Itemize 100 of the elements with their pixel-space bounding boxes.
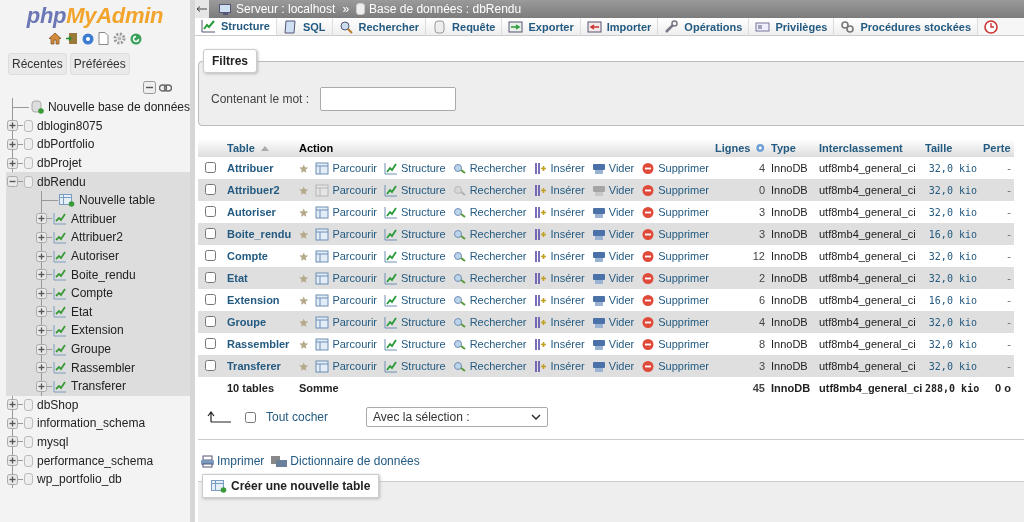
table-name-link[interactable]: Extension: [227, 294, 280, 306]
expand-icon[interactable]: [7, 455, 18, 467]
action-link[interactable]: Insérer: [533, 293, 585, 307]
action-link[interactable]: Parcourir: [315, 271, 377, 285]
footer-link[interactable]: Dictionnaire de données: [270, 454, 420, 468]
help-icon[interactable]: [756, 142, 765, 154]
action-link[interactable]: Vider: [591, 249, 635, 263]
expand-icon[interactable]: [7, 417, 18, 429]
navigation-item[interactable]: information_schema: [37, 416, 146, 431]
expand-icon[interactable]: [7, 120, 18, 132]
action-link[interactable]: Insérer: [533, 183, 585, 197]
filter-field[interactable]: [320, 87, 457, 111]
navigation-item[interactable]: dbRendu: [37, 174, 86, 189]
menu-tab[interactable]: Structure: [195, 18, 277, 35]
action-link[interactable]: Structure: [384, 161, 446, 175]
exit-door-icon[interactable]: [66, 32, 78, 45]
expand-icon[interactable]: [36, 250, 47, 262]
expand-icon[interactable]: [36, 231, 47, 243]
row-checkbox[interactable]: [205, 359, 216, 371]
action-link[interactable]: Rechercher: [452, 227, 527, 241]
action-link[interactable]: Vider: [591, 315, 635, 329]
table-name-link[interactable]: Compte: [227, 250, 268, 262]
table-name-link[interactable]: Etat: [227, 272, 248, 284]
expand-icon[interactable]: [36, 269, 47, 281]
menu-tab[interactable]: Exporter: [502, 18, 581, 35]
action-link[interactable]: Rechercher: [452, 359, 527, 373]
action-link[interactable]: Vider: [591, 271, 635, 285]
link-icon[interactable]: [159, 83, 172, 92]
expand-icon[interactable]: [36, 362, 47, 374]
action-link[interactable]: Insérer: [533, 271, 585, 285]
navigation-item[interactable]: Compte: [71, 286, 114, 301]
action-link[interactable]: Rechercher: [452, 249, 527, 263]
navigation-item[interactable]: Attribuer2: [71, 230, 124, 245]
action-link[interactable]: Structure: [384, 183, 446, 197]
action-link[interactable]: Rechercher: [452, 205, 527, 219]
action-link[interactable]: Structure: [384, 293, 446, 307]
action-link[interactable]: Parcourir: [315, 205, 377, 219]
action-link[interactable]: Insérer: [533, 161, 585, 175]
navigation-item[interactable]: performance_schema: [37, 453, 154, 468]
action-link[interactable]: Supprimer: [641, 183, 709, 197]
navigation-item[interactable]: Groupe: [71, 342, 112, 356]
action-link[interactable]: Insérer: [533, 249, 585, 263]
gear-icon[interactable]: [113, 32, 126, 45]
document-icon[interactable]: [98, 32, 109, 45]
action-link[interactable]: Parcourir: [315, 293, 377, 307]
action-link[interactable]: Supprimer: [641, 315, 709, 329]
expand-icon[interactable]: [7, 436, 18, 448]
row-checkbox[interactable]: [205, 161, 216, 173]
action-link[interactable]: Parcourir: [315, 359, 377, 373]
row-checkbox[interactable]: [205, 315, 216, 327]
navigation-item[interactable]: dbProjet: [37, 156, 82, 171]
action-link[interactable]: Structure: [384, 227, 446, 241]
expand-icon[interactable]: [36, 306, 47, 318]
action-link[interactable]: Supprimer: [641, 205, 709, 219]
menu-tab[interactable]: Procédures stockées: [834, 18, 979, 35]
action-link[interactable]: Supprimer: [641, 249, 709, 263]
menu-tab[interactable]: Opérations: [658, 18, 750, 35]
navigation-item[interactable]: Rassembler: [71, 360, 136, 375]
action-link[interactable]: Structure: [384, 337, 446, 351]
action-link[interactable]: Structure: [384, 205, 446, 219]
expand-icon[interactable]: [7, 473, 18, 485]
table-name-link[interactable]: Attribuer: [227, 162, 274, 174]
navigation-item[interactable]: Nouvelle table: [79, 193, 156, 208]
row-checkbox[interactable]: [205, 271, 216, 283]
check-all-checkbox[interactable]: [245, 411, 256, 423]
navigation-item[interactable]: Extension: [71, 323, 124, 338]
menu-tab[interactable]: Rechercher: [332, 18, 427, 35]
action-link[interactable]: Rechercher: [452, 271, 527, 285]
action-link[interactable]: Insérer: [533, 359, 585, 373]
collapse-all-icon[interactable]: [143, 81, 156, 94]
clock-icon[interactable]: [984, 19, 999, 34]
menu-tab[interactable]: SQL: [276, 18, 333, 35]
row-checkbox[interactable]: [205, 205, 216, 217]
row-checkbox[interactable]: [205, 337, 216, 349]
selection-dropdown[interactable]: Avec la sélection :: [366, 407, 549, 427]
create-table-button[interactable]: Créer une nouvelle table: [202, 474, 380, 498]
action-link[interactable]: Vider: [591, 227, 635, 241]
action-link[interactable]: Parcourir: [315, 227, 377, 241]
check-all-link[interactable]: Tout cocher: [266, 410, 329, 424]
collapse-icon[interactable]: [7, 176, 18, 188]
action-link[interactable]: Vider: [591, 293, 635, 307]
navigation-tab[interactable]: Récentes: [8, 53, 67, 75]
navigation-tab[interactable]: Préférées: [69, 53, 130, 75]
action-link[interactable]: Rechercher: [452, 315, 527, 329]
footer-link[interactable]: Imprimer: [200, 454, 265, 468]
action-link[interactable]: Supprimer: [641, 227, 709, 241]
action-link[interactable]: Insérer: [533, 337, 585, 351]
action-link[interactable]: Supprimer: [641, 271, 709, 285]
action-link[interactable]: Vider: [591, 183, 635, 197]
row-checkbox[interactable]: [205, 183, 216, 195]
action-link[interactable]: Parcourir: [315, 249, 377, 263]
action-link[interactable]: Supprimer: [641, 293, 709, 307]
expand-icon[interactable]: [36, 380, 47, 392]
action-link[interactable]: Parcourir: [315, 183, 377, 197]
expand-icon[interactable]: [36, 343, 47, 355]
expand-icon[interactable]: [7, 157, 18, 169]
navigation-item[interactable]: Attribuer: [71, 211, 117, 226]
action-link[interactable]: Vider: [591, 359, 635, 373]
action-link[interactable]: Vider: [591, 161, 635, 175]
menu-tab[interactable]: Privilèges: [749, 18, 835, 35]
